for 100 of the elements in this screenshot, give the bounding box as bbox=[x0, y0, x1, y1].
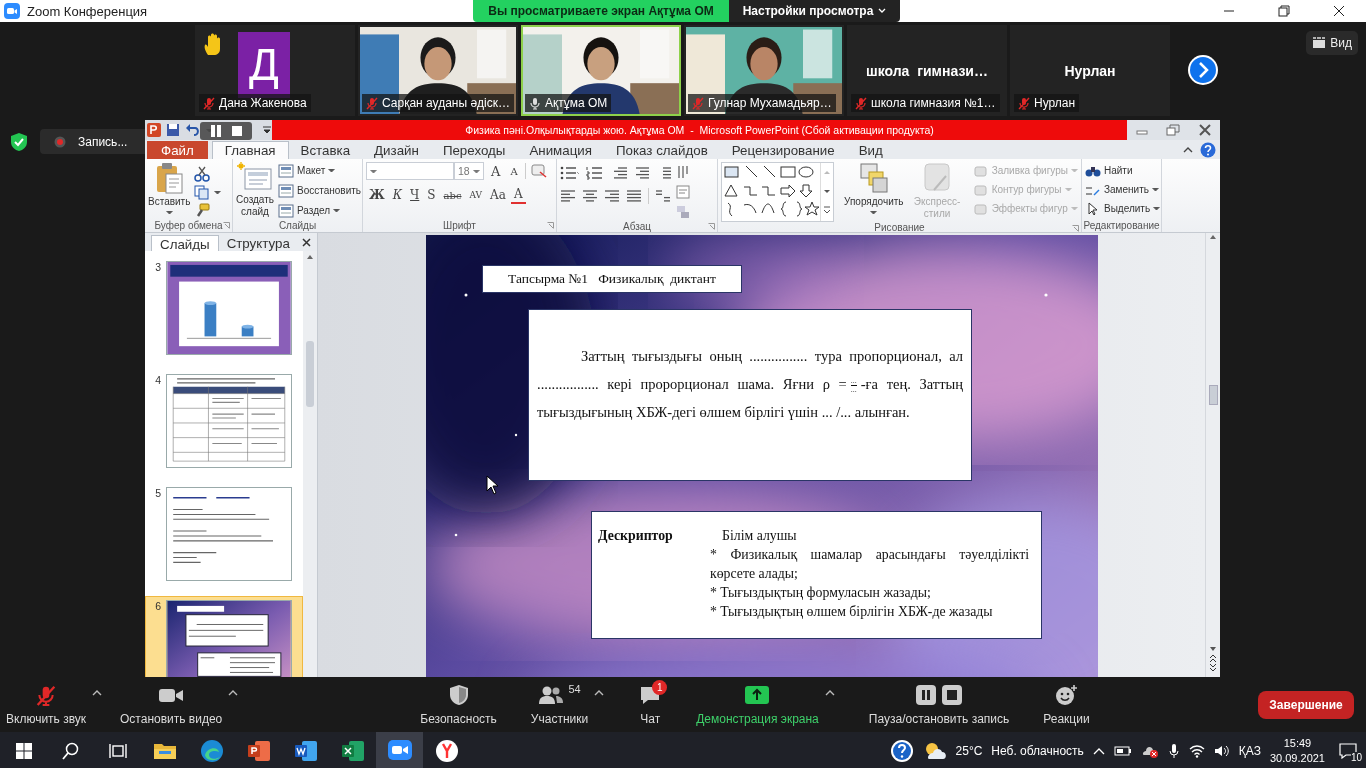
ribbon-button[interactable]: Выделить bbox=[1085, 200, 1161, 217]
excel-icon[interactable] bbox=[340, 739, 365, 763]
slide-thumbnail[interactable] bbox=[166, 261, 292, 355]
volume-icon[interactable] bbox=[1213, 744, 1230, 758]
cut-icon[interactable] bbox=[194, 166, 211, 182]
battery-plug-icon[interactable] bbox=[1113, 744, 1132, 758]
shield-icon[interactable] bbox=[448, 684, 469, 706]
ribbon-button[interactable]: Макет bbox=[278, 162, 362, 179]
toolbar-button[interactable]: Демонстрация экрана bbox=[696, 683, 819, 726]
grow-font-button[interactable]: A bbox=[488, 162, 504, 180]
view-options-button[interactable]: Настройки просмотра bbox=[729, 0, 900, 22]
copy-icon[interactable] bbox=[194, 185, 211, 200]
format-button[interactable]: Aa bbox=[487, 186, 509, 204]
word-icon[interactable] bbox=[293, 739, 318, 763]
font-size-field[interactable]: 18 bbox=[454, 162, 484, 180]
mic-icon[interactable] bbox=[1167, 743, 1180, 759]
dialog-launcher-icon[interactable] bbox=[223, 222, 230, 229]
scroll-down-icon[interactable] bbox=[1208, 645, 1218, 653]
powerpoint-icon[interactable] bbox=[246, 739, 271, 763]
format-painter-icon[interactable] bbox=[194, 203, 211, 219]
save-icon[interactable] bbox=[166, 123, 180, 137]
format-button[interactable]: A bbox=[510, 186, 526, 204]
ribbon-button[interactable]: Восстановить bbox=[278, 182, 362, 199]
wifi-icon[interactable] bbox=[1188, 744, 1205, 758]
browser-icon[interactable] bbox=[434, 739, 459, 763]
shrink-font-button[interactable]: A bbox=[507, 162, 521, 180]
format-button[interactable]: abc bbox=[440, 186, 465, 204]
people-icon[interactable] bbox=[538, 685, 565, 705]
panel-tab[interactable]: Слайды bbox=[151, 235, 219, 251]
help-icon[interactable] bbox=[889, 739, 914, 763]
bullets-icon[interactable] bbox=[560, 166, 580, 180]
justify-icon[interactable] bbox=[626, 189, 642, 203]
slide-thumbnail[interactable] bbox=[166, 487, 292, 581]
ribbon-tab[interactable]: Вставка bbox=[288, 141, 363, 159]
toolbar-button[interactable]: Безопасность bbox=[420, 683, 497, 726]
scrollbar-thumb[interactable] bbox=[306, 341, 314, 407]
paste-button[interactable]: Вставить bbox=[148, 162, 191, 219]
search-icon[interactable] bbox=[61, 742, 80, 760]
format-button[interactable]: Ж bbox=[366, 186, 388, 204]
chevron-up-icon[interactable] bbox=[1092, 746, 1105, 756]
slide-thumbnail[interactable] bbox=[166, 600, 292, 677]
dialog-launcher-icon[interactable] bbox=[708, 223, 715, 230]
toolbar-button[interactable]: Остановить видео bbox=[120, 683, 223, 726]
security-shield-icon[interactable] bbox=[10, 132, 28, 152]
panel-tab[interactable]: Структура bbox=[218, 235, 298, 251]
restore-icon[interactable] bbox=[1277, 5, 1290, 17]
recording-indicator[interactable]: Запись... bbox=[40, 129, 145, 154]
slide-thumbnail[interactable] bbox=[166, 374, 292, 468]
windows-start-icon[interactable] bbox=[15, 743, 32, 759]
increase-indent-icon[interactable] bbox=[634, 166, 650, 180]
end-meeting-button[interactable]: Завершение bbox=[1258, 690, 1354, 719]
font-name-field[interactable] bbox=[366, 162, 454, 180]
decrease-indent-icon[interactable] bbox=[612, 166, 628, 180]
ribbon-tab[interactable]: Рецензирование bbox=[719, 141, 847, 159]
pause-icon[interactable] bbox=[209, 124, 222, 138]
ribbon-button[interactable]: Найти bbox=[1085, 162, 1161, 179]
toolbar-button[interactable]: Включить звук bbox=[6, 683, 87, 726]
video-camera-icon[interactable] bbox=[386, 739, 413, 761]
dialog-launcher-icon[interactable] bbox=[547, 222, 554, 229]
close-icon[interactable] bbox=[302, 237, 311, 247]
ribbon-tab[interactable]: Дизайн bbox=[362, 141, 431, 159]
stop-icon[interactable] bbox=[230, 125, 243, 137]
ribbon-button[interactable]: Заменить bbox=[1085, 181, 1161, 198]
video-camera-icon[interactable] bbox=[158, 686, 185, 704]
ribbon-tab[interactable]: Переходы bbox=[430, 141, 518, 159]
restore-icon[interactable] bbox=[1166, 124, 1181, 136]
view-button[interactable]: Вид bbox=[1306, 31, 1358, 55]
scroll-up-icon[interactable] bbox=[305, 253, 315, 261]
stop-icon[interactable] bbox=[941, 684, 964, 706]
next-page-icon[interactable] bbox=[1187, 54, 1219, 86]
edge-icon[interactable] bbox=[199, 739, 224, 763]
next-slide-icon[interactable] bbox=[1208, 663, 1218, 673]
ribbon-tab[interactable]: Главная bbox=[211, 141, 289, 159]
columns-icon[interactable] bbox=[655, 189, 671, 203]
ribbon-tab[interactable]: Показ слайдов bbox=[603, 141, 720, 159]
smiley-plus-icon[interactable] bbox=[1054, 684, 1079, 706]
format-button[interactable]: AV bbox=[466, 186, 486, 204]
folder-icon[interactable] bbox=[152, 741, 177, 761]
format-button[interactable]: Ч bbox=[407, 186, 423, 204]
toolbar-button[interactable]: 54 Участники bbox=[530, 683, 589, 726]
task-view-icon[interactable] bbox=[108, 743, 127, 759]
input-language[interactable]: ҚАЗ bbox=[1238, 744, 1261, 758]
toolbar-button[interactable]: Реакции bbox=[1043, 683, 1090, 726]
toolbar-button[interactable]: Пауза/остановить запись bbox=[868, 683, 1010, 726]
align-right-icon[interactable] bbox=[604, 189, 620, 203]
format-button[interactable]: S bbox=[424, 186, 439, 204]
pause-icon[interactable] bbox=[915, 684, 938, 706]
close-icon[interactable] bbox=[1332, 5, 1345, 17]
align-left-icon[interactable] bbox=[560, 189, 576, 203]
scrollbar-thumb[interactable] bbox=[1208, 385, 1218, 405]
customize-icon[interactable] bbox=[262, 124, 272, 136]
align-center-icon[interactable] bbox=[582, 189, 598, 203]
share-screen-icon[interactable] bbox=[744, 685, 771, 705]
new-slide-button[interactable]: Создать слайд bbox=[236, 162, 274, 219]
ribbon-button[interactable]: Раздел bbox=[278, 202, 362, 219]
arrange-button[interactable]: Упорядочить bbox=[844, 162, 904, 222]
ribbon-tab[interactable]: Файл bbox=[147, 141, 208, 159]
clear-formatting-icon[interactable] bbox=[529, 163, 548, 179]
previous-slide-icon[interactable] bbox=[1208, 653, 1218, 663]
ribbon-tab[interactable]: Анимация bbox=[517, 141, 604, 159]
